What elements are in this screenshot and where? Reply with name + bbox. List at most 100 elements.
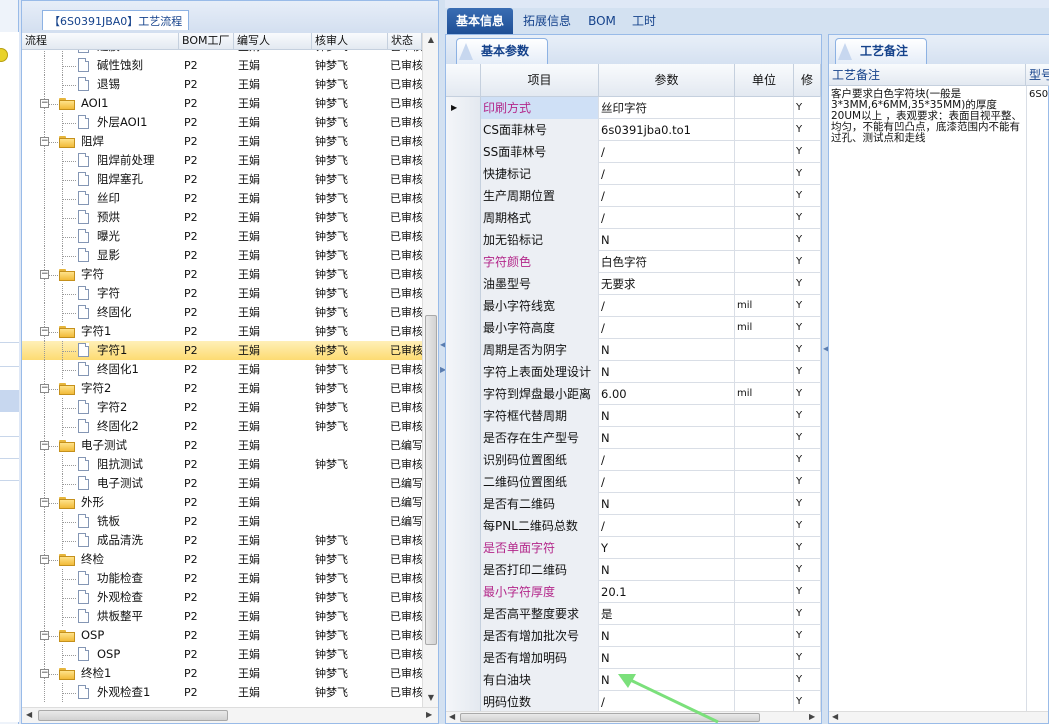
tree-folder-row[interactable]: − 电子测试 P2 王娟 已编写 (22, 436, 422, 455)
param-row[interactable]: ▶ 印刷方式 丝印字符 Y (446, 97, 821, 119)
tree-step-row[interactable]: 阻焊塞孔 P2 王娟 钟梦飞 已审核 (22, 170, 422, 189)
tab-bom[interactable]: BOM (583, 8, 621, 34)
param-value-cell[interactable]: / (599, 141, 735, 163)
tree-step-row[interactable]: 退锡 P2 王娟 钟梦飞 已审核 (22, 75, 422, 94)
column-header-flow[interactable]: 流程 (22, 33, 179, 50)
param-row[interactable]: 最小字符高度 / mil Y (446, 317, 821, 339)
row-indicator[interactable] (446, 361, 481, 383)
row-indicator[interactable] (446, 251, 481, 273)
tree-folder-row[interactable]: − 外形 P2 王娟 已编写 (22, 493, 422, 512)
param-value-cell[interactable]: N (599, 559, 735, 581)
notes-horizontal-scrollbar[interactable]: ◀ (829, 711, 1048, 723)
tree-step-row[interactable]: 终固化1 P2 王娟 钟梦飞 已审核 (22, 360, 422, 379)
scroll-right-icon[interactable]: ▶ (809, 712, 815, 721)
row-indicator[interactable] (446, 229, 481, 251)
collapse-toggle-icon[interactable]: − (40, 631, 49, 640)
row-indicator[interactable] (446, 273, 481, 295)
param-row[interactable]: 是否高平整度要求是 Y (446, 603, 821, 625)
tab-basic-info[interactable]: 基本信息 (447, 8, 513, 34)
tree-step-row[interactable]: 字符 P2 王娟 钟梦飞 已审核 (22, 284, 422, 303)
param-value-cell[interactable]: 20.1 (599, 581, 735, 603)
scroll-down-icon[interactable]: ▼ (426, 693, 436, 702)
param-row[interactable]: 字符颜色 白色字符 Y (446, 251, 821, 273)
param-row[interactable]: 是否有增加批次号 N Y (446, 625, 821, 647)
tree-folder-row[interactable]: − 字符2 P2 王娟 钟梦飞 已审核 (22, 379, 422, 398)
collapse-toggle-icon[interactable]: − (40, 555, 49, 564)
scroll-right-icon[interactable]: ▶ (426, 710, 432, 719)
param-value-cell[interactable]: / (599, 185, 735, 207)
param-value-cell[interactable]: 白色字符 (599, 251, 735, 273)
tree-step-row[interactable]: 预烘 P2 王娟 钟梦飞 已审核 (22, 208, 422, 227)
row-indicator[interactable] (446, 515, 481, 537)
collapse-toggle-icon[interactable]: − (40, 384, 49, 393)
param-row[interactable]: CS面菲林号 6s0391jba0.to1 Y (446, 119, 821, 141)
param-row[interactable]: 最小字符线宽 / mil Y (446, 295, 821, 317)
tree-step-row[interactable]: 碱性蚀刻 P2 王娟 钟梦飞 已审核 (22, 56, 422, 75)
row-indicator[interactable] (446, 295, 481, 317)
param-row[interactable]: 每PNL二维码总数 / Y (446, 515, 821, 537)
param-value-cell[interactable]: / (599, 295, 735, 317)
tree-step-row[interactable]: 外层AOI1 P2 王娟 钟梦飞 已审核 (22, 113, 422, 132)
param-value-cell[interactable]: 是 (599, 603, 735, 625)
param-row[interactable]: 最小字符厚度 20.1 Y (446, 581, 821, 603)
param-value-cell[interactable]: / (599, 449, 735, 471)
param-row[interactable]: 识别码位置图纸 / Y (446, 449, 821, 471)
row-indicator[interactable] (446, 603, 481, 625)
row-indicator[interactable] (446, 471, 481, 493)
param-row[interactable]: 字符到焊盘最小距离 6.00 mil Y (446, 383, 821, 405)
column-header-writer[interactable]: 编写人 (234, 33, 312, 50)
param-row[interactable]: 是否存在生产型号 N Y (446, 427, 821, 449)
process-flow-title[interactable]: 【6S0391JBA0】工艺流程 (42, 10, 190, 30)
param-value-cell[interactable]: N (599, 405, 735, 427)
param-value-cell[interactable]: N (599, 361, 735, 383)
row-indicator[interactable] (446, 559, 481, 581)
param-row[interactable]: 生产周期位置 / Y (446, 185, 821, 207)
tree-step-row[interactable]: 外观检查1 P2 王娟 钟梦飞 已审核 (22, 683, 422, 702)
param-value-cell[interactable]: N (599, 493, 735, 515)
param-value-cell[interactable]: 无要求 (599, 273, 735, 295)
collapse-toggle-icon[interactable]: − (40, 270, 49, 279)
column-header-param[interactable]: 参数 (599, 64, 735, 97)
column-header-notes[interactable]: 工艺备注 (829, 64, 1026, 86)
tree-step-row[interactable]: 字符1 P2 王娟 钟梦飞 已审核 (22, 341, 422, 360)
param-value-cell[interactable]: N (599, 427, 735, 449)
column-header-bom[interactable]: BOM工厂 (179, 33, 234, 50)
tree-folder-row[interactable]: − 终检 P2 王娟 钟梦飞 已审核 (22, 550, 422, 569)
row-indicator[interactable] (446, 493, 481, 515)
param-value-cell[interactable]: Y (599, 537, 735, 559)
row-indicator[interactable] (446, 207, 481, 229)
row-indicator[interactable] (446, 185, 481, 207)
param-value-cell[interactable]: N (599, 625, 735, 647)
collapse-toggle-icon[interactable]: − (40, 498, 49, 507)
scroll-left-icon[interactable]: ◀ (26, 710, 32, 719)
row-indicator[interactable] (446, 383, 481, 405)
collapse-toggle-icon[interactable]: − (40, 327, 49, 336)
column-header-model[interactable]: 型号 (1026, 64, 1049, 86)
side-panel-selected-item[interactable] (0, 390, 19, 412)
tree-step-row[interactable]: 烘板整平 P2 王娟 钟梦飞 已审核 (22, 607, 422, 626)
param-row[interactable]: 是否打印二维码 N Y (446, 559, 821, 581)
param-row[interactable]: 字符上表面处理设计 N Y (446, 361, 821, 383)
tree-folder-row[interactable]: − 阻焊 P2 王娟 钟梦飞 已审核 (22, 132, 422, 151)
param-value-cell[interactable]: 6.00 (599, 383, 735, 405)
row-indicator[interactable] (446, 537, 481, 559)
tree-folder-row[interactable]: − 字符 P2 王娟 钟梦飞 已审核 (22, 265, 422, 284)
tree-step-row[interactable]: 成品清洗 P2 王娟 钟梦飞 已审核 (22, 531, 422, 550)
row-indicator[interactable] (446, 339, 481, 361)
column-header-status[interactable]: 状态 (388, 33, 422, 50)
collapse-toggle-icon[interactable]: − (40, 441, 49, 450)
row-indicator[interactable] (446, 427, 481, 449)
tree-folder-row[interactable]: − OSP P2 王娟 钟梦飞 已审核 (22, 626, 422, 645)
row-indicator[interactable] (446, 163, 481, 185)
param-row[interactable]: 油墨型号 无要求 Y (446, 273, 821, 295)
tree-vertical-scrollbar[interactable]: ▲ ▼ (422, 33, 438, 707)
row-indicator[interactable] (446, 625, 481, 647)
param-row[interactable]: 周期是否为阴字 N Y (446, 339, 821, 361)
row-indicator[interactable] (446, 449, 481, 471)
process-note-text[interactable]: 客户要求白色字符块(一般是3*3MM,6*6MM,35*35MM)的厚度20UM… (831, 89, 1023, 144)
row-indicator[interactable] (446, 647, 481, 669)
model-cell[interactable]: 6S0 (1029, 89, 1049, 100)
param-value-cell[interactable]: / (599, 207, 735, 229)
scrollbar-thumb[interactable] (425, 315, 437, 645)
scroll-left-icon[interactable]: ◀ (832, 712, 838, 721)
